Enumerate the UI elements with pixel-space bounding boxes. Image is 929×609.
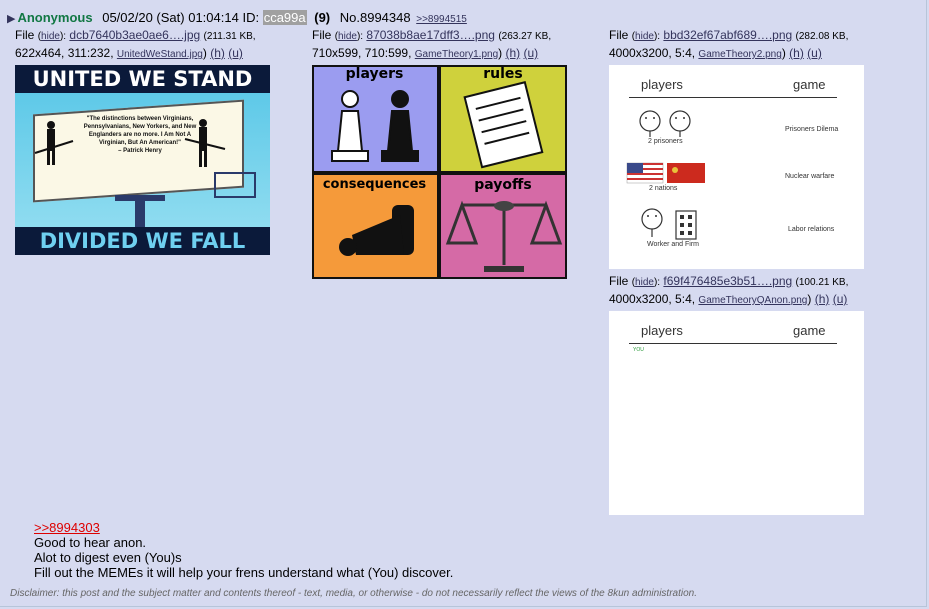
thumbnail-game-theory-qanon[interactable]: players game YOU xyxy=(609,311,864,515)
row-2-right: Nuclear warfare xyxy=(785,173,835,180)
file-meta-line: 622x464, 311:232, UnitedWeStand.jpg) (h)… xyxy=(15,46,243,60)
file-label: File xyxy=(312,28,332,42)
body-line: Fill out the MEMEs it will help your fre… xyxy=(34,565,454,580)
quote-link[interactable]: >>8994303 xyxy=(34,520,100,535)
url-search-link[interactable]: (u) xyxy=(833,292,848,306)
original-filename-link[interactable]: GameTheory1.png xyxy=(415,49,498,60)
disclaimer: Disclaimer: this post and the subject ma… xyxy=(10,588,697,599)
file-meta-line: 710x599, 710:599, GameTheory1.png) (h) (… xyxy=(312,46,539,60)
hash-search-link[interactable]: (h) xyxy=(210,46,225,60)
file-dimensions: 4000x3200, 5:4, xyxy=(609,292,696,306)
file-info: File (hide): dcb7640b3ae0ae6….jpg (211.3… xyxy=(15,28,256,42)
file-dimensions: 710x599, 710:599, xyxy=(312,46,412,60)
row-3-right: Labor relations xyxy=(788,226,835,233)
col-label-game: game xyxy=(793,323,826,338)
file-size: (100.21 KB, xyxy=(795,277,849,288)
body-line: Good to hear anon. xyxy=(34,535,147,550)
hide-link[interactable]: hide xyxy=(338,31,357,42)
row-1-right: Prisoners Dilema xyxy=(785,126,839,133)
thumbnail-united-we-stand[interactable]: UNITED WE STAND "The distinctions betwee… xyxy=(15,65,270,255)
file-info: File (hide): bbd32ef67abf689….png (282.0… xyxy=(609,28,849,42)
quad-label-payoffs: payoffs xyxy=(474,177,532,193)
url-search-link[interactable]: (u) xyxy=(807,46,822,60)
hash-search-link[interactable]: (h) xyxy=(789,46,804,60)
file-1: File (hide): dcb7640b3ae0ae6….jpg (211.3… xyxy=(15,27,256,63)
file-dimensions: 622x464, 311:232, xyxy=(15,46,114,60)
file-3: File (hide): bbd32ef67abf689….png (282.0… xyxy=(609,27,848,63)
thumbnail-game-theory-1[interactable]: players rules consequences payoffs xyxy=(312,65,567,279)
file-info: File (hide): f69f476485e3b51….png (100.2… xyxy=(609,274,849,288)
poster-id-count: (9) xyxy=(314,10,331,25)
original-filename-link[interactable]: UnitedWeStand.jpg xyxy=(117,49,203,60)
file-meta-line: 4000x3200, 5:4, GameTheoryQAnon.png) (h)… xyxy=(609,292,848,306)
poster-id-label: ID: xyxy=(242,10,260,25)
post-intro: ▶ Anonymous 05/02/20 (Sat) 01:04:14 ID: c… xyxy=(7,10,467,25)
file-info: File (hide): 87038b8ae17dff3….png (263.2… xyxy=(312,28,552,42)
post-body: >>8994303 Good to hear anon. Alot to dig… xyxy=(34,520,453,580)
thumbnail-game-theory-2[interactable]: players game 2 prisoners Prisoners Dilem… xyxy=(609,65,864,269)
file-size: (263.27 KB, xyxy=(498,31,552,42)
post-date: 05/02/20 (Sat) 01:04:14 xyxy=(102,10,239,25)
file-meta-line: 4000x3200, 5:4, GameTheory2.png) (h) (u) xyxy=(609,46,822,60)
hide-link[interactable]: hide xyxy=(635,31,654,42)
post-menu-arrow-icon[interactable]: ▶ xyxy=(7,13,15,25)
meme-bottom-text: DIVIDED WE FALL xyxy=(15,227,270,255)
file-name-link[interactable]: dcb7640b3ae0ae6….jpg xyxy=(69,28,200,42)
post-container: ▶ Anonymous 05/02/20 (Sat) 01:04:14 ID: c… xyxy=(0,0,927,607)
file-label: File xyxy=(609,274,629,288)
file-dimensions: 4000x3200, 5:4, xyxy=(609,46,696,60)
row-icons xyxy=(626,110,705,240)
original-filename-link[interactable]: GameTheoryQAnon.png xyxy=(698,295,807,306)
file-name-link[interactable]: bbd32ef67abf689….png xyxy=(663,28,792,42)
row-1-left: 2 prisoners xyxy=(648,138,683,145)
file-label: File xyxy=(15,28,35,42)
file-label: File xyxy=(609,28,629,42)
hide-link[interactable]: hide xyxy=(41,31,60,42)
poster-name: Anonymous xyxy=(17,10,93,25)
post-number-link[interactable]: No.8994348 xyxy=(340,10,411,25)
row-3-left: Worker and Firm xyxy=(647,241,699,248)
url-search-link[interactable]: (u) xyxy=(524,46,539,60)
file-size: (282.08 KB, xyxy=(795,31,849,42)
quad-label-players: players xyxy=(345,66,404,82)
quad-label-consequences: consequences xyxy=(322,177,427,192)
url-search-link[interactable]: (u) xyxy=(228,46,243,60)
quad-label-rules: rules xyxy=(483,66,523,82)
header-rule xyxy=(629,343,837,344)
body-line: Alot to digest even (You)s xyxy=(34,550,182,565)
row-2-left: 2 nations xyxy=(649,185,678,192)
file-name-link[interactable]: 87038b8ae17dff3….png xyxy=(366,28,495,42)
poster-id[interactable]: cca99a xyxy=(262,10,307,25)
hash-search-link[interactable]: (h) xyxy=(815,292,830,306)
file-2: File (hide): 87038b8ae17dff3….png (263.2… xyxy=(312,27,551,63)
backlink[interactable]: >>8994515 xyxy=(416,14,467,25)
hide-link[interactable]: hide xyxy=(635,277,654,288)
col-label-players: players xyxy=(641,323,683,338)
original-filename-link[interactable]: GameTheory2.png xyxy=(698,49,781,60)
file-size: (211.31 KB, xyxy=(203,31,256,42)
you-label: YOU xyxy=(633,347,644,353)
file-4: File (hide): f69f476485e3b51….png (100.2… xyxy=(609,273,848,309)
hash-search-link[interactable]: (h) xyxy=(506,46,521,60)
file-name-link[interactable]: f69f476485e3b51….png xyxy=(663,274,792,288)
